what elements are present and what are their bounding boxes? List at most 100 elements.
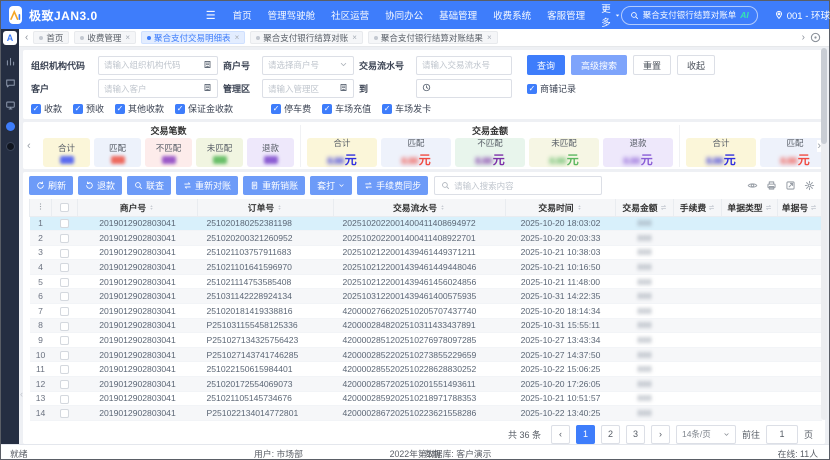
swap-icon[interactable] — [810, 204, 817, 211]
column-header-单据类型[interactable]: 单据类型 — [722, 199, 778, 216]
fee-sync-button[interactable]: 手续费同步 — [357, 176, 428, 195]
row-select-cell[interactable] — [52, 304, 78, 319]
tab-close-icon[interactable]: × — [235, 33, 240, 42]
scrollbar-track[interactable] — [821, 48, 827, 420]
re-writeoff-button[interactable]: 重新销账 — [243, 176, 305, 195]
tab-close-icon[interactable]: × — [487, 33, 492, 42]
column-header-交易时间[interactable]: 交易时间 — [506, 199, 616, 216]
table-row[interactable]: 82019012902803041P2510311554581253364200… — [30, 318, 822, 333]
export-icon[interactable] — [785, 180, 796, 191]
summary-scroll-left-icon[interactable]: ‹ — [27, 140, 31, 152]
type-checkbox[interactable]: ✓保证金收款 — [175, 102, 233, 115]
goto-page-input[interactable]: 1 — [766, 425, 798, 444]
refresh-button[interactable]: 刷新 — [29, 176, 73, 195]
field-input[interactable]: 请输入交易流水号 — [416, 56, 512, 75]
menu-item[interactable]: 协同办公 — [385, 8, 423, 22]
menu-item[interactable]: 客服管理 — [547, 8, 585, 22]
view-icon[interactable] — [747, 180, 758, 191]
scrollbar-thumb[interactable] — [821, 48, 827, 144]
row-select-cell[interactable] — [52, 333, 78, 348]
row-select-cell[interactable] — [52, 318, 78, 333]
tab[interactable]: 聚合支付银行结算对账结果× — [368, 31, 498, 44]
row-checkbox[interactable] — [60, 365, 69, 374]
type-checkbox[interactable]: ✓停车费 — [271, 102, 311, 115]
reset-button[interactable]: 重置 — [633, 55, 671, 75]
type-checkbox[interactable]: ✓车场充值 — [322, 102, 371, 115]
row-checkbox[interactable] — [60, 409, 69, 418]
page-size-select[interactable]: 14条/页 — [676, 425, 736, 444]
shop-record-checkbox[interactable]: ✓商铺记录 — [527, 82, 817, 95]
type-checkbox[interactable]: ✓预收 — [73, 102, 104, 115]
row-select-cell[interactable] — [52, 406, 78, 421]
table-row[interactable]: 102019012902803041P251027143741746285420… — [30, 347, 822, 362]
type-checkbox[interactable]: ✓车场发卡 — [382, 102, 431, 115]
print-template-button[interactable]: 套打 — [310, 176, 352, 195]
notification-dot-dark-icon[interactable] — [6, 142, 15, 151]
table-search-input[interactable]: 请输入搜索内容 — [434, 176, 602, 195]
message-icon[interactable] — [5, 78, 16, 89]
menu-item[interactable]: 首页 — [233, 8, 252, 22]
sort-icon[interactable] — [148, 204, 155, 211]
prev-page-button[interactable]: ‹ — [551, 425, 570, 444]
table-row[interactable]: 5201901290280304125102111475358540820251… — [30, 274, 822, 289]
menu-item[interactable]: 收费系统 — [493, 8, 531, 22]
swap-icon[interactable] — [660, 204, 667, 211]
row-select-cell[interactable] — [52, 347, 78, 362]
row-checkbox[interactable] — [60, 322, 69, 331]
tabs-scroll-left-icon[interactable]: ‹ — [25, 33, 28, 43]
column-header-手续费[interactable]: 手续费 — [674, 199, 722, 216]
tab[interactable]: 聚合支付交易明细表× — [141, 31, 245, 44]
row-checkbox[interactable] — [60, 278, 69, 287]
table-row[interactable]: 1320190129028030412510211051457346764200… — [30, 391, 822, 406]
row-checkbox[interactable] — [60, 351, 69, 360]
type-checkbox[interactable]: ✓其他收款 — [115, 102, 164, 115]
table-row[interactable]: 1220190129028030412510201725540690734200… — [30, 377, 822, 392]
sort-icon[interactable] — [576, 204, 583, 211]
tab[interactable]: 首页 — [33, 31, 69, 44]
printer-icon[interactable] — [766, 180, 777, 191]
field-select[interactable]: 请选择商户号 — [262, 56, 354, 75]
column-header-交易金额[interactable]: 交易金额 — [616, 199, 674, 216]
menu-item[interactable]: 社区运营 — [331, 8, 369, 22]
page-button-3[interactable]: 3 — [626, 425, 645, 444]
gear-icon[interactable] — [804, 180, 815, 191]
row-menu-icon[interactable] — [30, 199, 52, 216]
sidebar-logo[interactable]: A — [3, 31, 17, 45]
row-select-cell[interactable] — [52, 377, 78, 392]
row-checkbox[interactable] — [60, 395, 69, 404]
joint-query-button[interactable]: 联查 — [127, 176, 171, 195]
chart-icon[interactable] — [5, 56, 16, 67]
refund-button[interactable]: 退款 — [78, 176, 122, 195]
select-all-checkbox[interactable] — [52, 199, 78, 216]
row-checkbox[interactable] — [60, 336, 69, 345]
tab-close-icon[interactable]: × — [125, 33, 130, 42]
row-checkbox[interactable] — [60, 249, 69, 258]
row-select-cell[interactable] — [52, 274, 78, 289]
page-button-2[interactable]: 2 — [601, 425, 620, 444]
row-checkbox[interactable] — [60, 307, 69, 316]
swap-icon[interactable] — [708, 204, 715, 211]
column-header-交易流水号[interactable]: 交易流水号 — [334, 199, 506, 216]
row-select-cell[interactable] — [52, 260, 78, 275]
row-checkbox[interactable] — [60, 380, 69, 389]
column-header-单据号[interactable]: 单据号 — [778, 199, 822, 216]
swap-icon[interactable] — [765, 204, 772, 211]
tab[interactable]: 收费管理× — [74, 31, 136, 44]
page-button-1[interactable]: 1 — [576, 425, 595, 444]
notification-dot-blue-icon[interactable] — [6, 122, 15, 131]
monitor-icon[interactable] — [5, 100, 16, 111]
column-header-订单号[interactable]: 订单号 — [198, 199, 334, 216]
type-checkbox[interactable]: ✓收款 — [31, 102, 62, 115]
sort-icon[interactable] — [276, 204, 283, 211]
panel-collapse-handle[interactable]: ‹ — [20, 389, 23, 399]
row-select-cell[interactable] — [52, 391, 78, 406]
tab-actions-icon[interactable] — [810, 32, 821, 43]
org-selector[interactable]: 001 - 环球科技 — [774, 8, 830, 22]
column-header-商户号[interactable]: 商户号 — [78, 199, 198, 216]
menu-item-more[interactable]: 更多 — [601, 1, 621, 29]
table-row[interactable]: 1120190129028030412510221506159844014200… — [30, 362, 822, 377]
row-select-cell[interactable] — [52, 289, 78, 304]
table-row[interactable]: 2201901290280304125102020032126095220251… — [30, 231, 822, 246]
sort-icon[interactable] — [439, 204, 446, 211]
table-row[interactable]: 7201901290280304125102018141933881642000… — [30, 304, 822, 319]
